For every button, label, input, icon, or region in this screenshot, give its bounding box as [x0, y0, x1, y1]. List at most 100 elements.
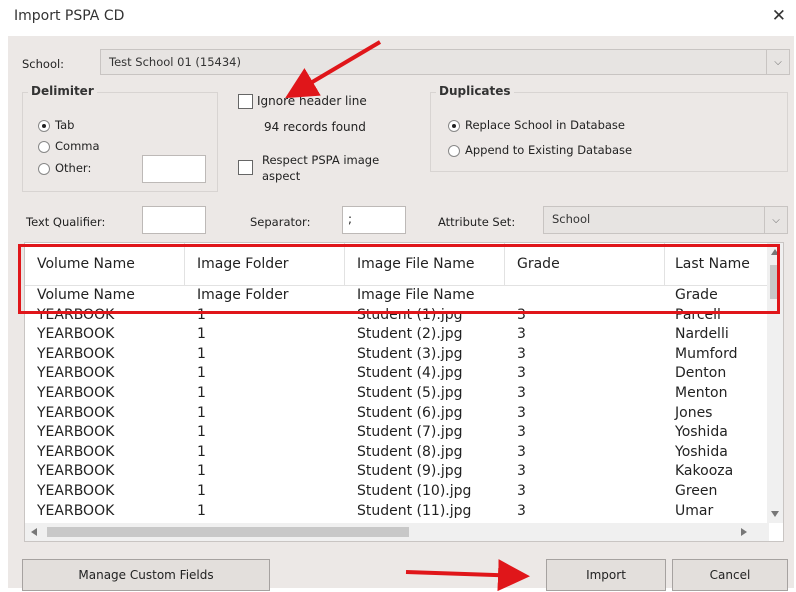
table-cell: Student (9).jpg	[357, 463, 463, 480]
table-cell: Yoshida	[675, 443, 728, 460]
table-cell: Yoshida	[675, 424, 728, 441]
table-cell: Parcell	[675, 306, 721, 323]
table-cell: 3	[517, 345, 526, 362]
table-cell: YEARBOOK	[37, 463, 115, 480]
attribute-set-combobox[interactable]: School ⌵	[543, 206, 788, 234]
table-cell: Denton	[675, 365, 727, 382]
chevron-down-icon[interactable]: ⌵	[766, 50, 789, 74]
table-row[interactable]: YEARBOOK 1 Student (4).jpg 3 Denton	[25, 364, 761, 384]
duplicates-title: Duplicates	[436, 84, 514, 98]
table-cell: YEARBOOK	[37, 385, 115, 401]
respect-aspect-checkbox[interactable]	[238, 160, 253, 175]
table-cell: 1	[197, 424, 206, 441]
horizontal-scrollbar[interactable]	[25, 523, 769, 541]
table-cell: Student (8).jpg	[357, 443, 463, 460]
vertical-scrollbar[interactable]	[767, 243, 783, 523]
close-icon[interactable]: ✕	[772, 6, 786, 26]
radio-tab-label: Tab	[55, 118, 75, 132]
table-row[interactable]: YEARBOOK 1 Student (6).jpg 3 Jones	[25, 404, 761, 424]
table-row[interactable]: Volume Name Image Folder Image File Name Gr…	[25, 286, 761, 306]
column-header[interactable]: Volume Name	[25, 243, 185, 285]
manage-custom-fields-button[interactable]: Manage Custom Fields	[22, 559, 270, 591]
delimiter-title: Delimiter	[28, 84, 97, 98]
title-bar: Import PSPA CD ✕	[0, 0, 796, 34]
radio-replace-label: Replace School in Database	[465, 118, 625, 132]
school-value: Test School 01 (15434)	[109, 55, 241, 69]
table-cell: 1	[197, 365, 206, 382]
table-cell: 3	[517, 306, 526, 323]
other-delimiter-input[interactable]	[142, 155, 206, 183]
table-cell: Student (6).jpg	[357, 404, 463, 421]
table-row[interactable]: YEARBOOK 1 Student (2).jpg 3 Nardelli	[25, 325, 761, 345]
table-cell: 1	[197, 326, 206, 343]
table-cell: 1	[197, 483, 206, 499]
radio-other[interactable]	[38, 163, 50, 175]
table-cell: Student (5).jpg	[357, 385, 463, 401]
import-button[interactable]: Import	[546, 559, 666, 591]
separator-input[interactable]: ;	[342, 206, 406, 234]
import-dialog: Import PSPA CD ✕ School: Test School 01 …	[0, 0, 796, 592]
table-cell: YEARBOOK	[37, 365, 115, 382]
table-row[interactable]: YEARBOOK 1 Student (7).jpg 3 Yoshida	[25, 423, 761, 443]
table-row[interactable]: YEARBOOK 1 Student (1).jpg 3 Parcell	[25, 306, 761, 326]
chevron-down-icon[interactable]: ⌵	[764, 207, 787, 233]
scroll-down-icon	[771, 511, 779, 517]
school-combobox[interactable]: Test School 01 (15434) ⌵	[100, 49, 790, 75]
table-cell: 3	[517, 365, 526, 382]
radio-append-database[interactable]	[448, 145, 460, 157]
table-cell: Student (2).jpg	[357, 326, 463, 343]
radio-replace-school[interactable]	[448, 120, 460, 132]
table-cell: YEARBOOK	[37, 306, 115, 323]
radio-append-label: Append to Existing Database	[465, 143, 633, 157]
import-preview-table[interactable]: Volume Name Image Folder Image File Name…	[24, 242, 784, 542]
radio-other-label: Other:	[55, 161, 92, 175]
table-row[interactable]: YEARBOOK 1 Student (11).jpg 3 Umar	[25, 502, 761, 522]
column-header[interactable]: Image Folder	[185, 243, 345, 285]
table-cell: 1	[197, 443, 206, 460]
table-row[interactable]: YEARBOOK 1 Student (8).jpg 3 Yoshida	[25, 443, 761, 463]
table-cell: YEARBOOK	[37, 502, 115, 519]
separator-label: Separator:	[250, 215, 311, 229]
table-row[interactable]: YEARBOOK 1 Student (10).jpg 3 Green	[25, 482, 761, 502]
table-cell: YEARBOOK	[37, 424, 115, 441]
column-header[interactable]: Last Name	[665, 243, 769, 285]
table-cell: 1	[197, 502, 206, 519]
cancel-button[interactable]: Cancel	[672, 559, 788, 591]
vertical-scrollbar-graphic	[770, 249, 780, 517]
horizontal-scroll-thumb	[47, 527, 409, 537]
table-cell: Student (1).jpg	[357, 306, 463, 323]
table-cell: 3	[517, 443, 526, 460]
table-cell: Menton	[675, 385, 728, 401]
table-cell: Student (3).jpg	[357, 345, 463, 362]
table-cell: Kakooza	[675, 463, 734, 480]
table-cell: YEARBOOK	[37, 404, 115, 421]
table-cell: 1	[197, 404, 206, 421]
table-row[interactable]: YEARBOOK 1 Student (9).jpg 3 Kakooza	[25, 462, 761, 482]
radio-comma[interactable]	[38, 141, 50, 153]
ignore-header-label: Ignore header line	[257, 94, 367, 108]
text-qualifier-input[interactable]	[142, 206, 206, 234]
text-qualifier-label: Text Qualifier:	[26, 215, 106, 229]
table-cell: Grade	[675, 287, 718, 303]
table-row[interactable]: YEARBOOK 1 Student (5).jpg 3 Menton	[25, 384, 761, 404]
table-cell: Image Folder	[197, 287, 289, 303]
table-cell: 1	[197, 306, 206, 323]
scroll-left-icon	[31, 528, 37, 536]
attribute-set-label: Attribute Set:	[438, 215, 516, 229]
duplicates-group	[430, 92, 788, 172]
vertical-scroll-thumb	[770, 265, 780, 299]
table-cell: Student (4).jpg	[357, 365, 463, 382]
ignore-header-checkbox[interactable]	[238, 94, 253, 109]
table-cell: Student (7).jpg	[357, 424, 463, 441]
table-cell: 1	[197, 385, 206, 401]
radio-tab[interactable]	[38, 120, 50, 132]
table-cell: 3	[517, 404, 526, 421]
table-cell: Jones	[675, 404, 713, 421]
table-row[interactable]: YEARBOOK 1 Student (3).jpg 3 Mumford	[25, 345, 761, 365]
column-header[interactable]: Grade	[505, 243, 665, 285]
table-cell: Mumford	[675, 345, 738, 362]
dialog-title: Import PSPA CD	[14, 8, 125, 24]
school-label: School:	[22, 57, 65, 71]
column-header[interactable]: Image File Name	[345, 243, 505, 285]
scroll-right-icon	[741, 528, 747, 536]
